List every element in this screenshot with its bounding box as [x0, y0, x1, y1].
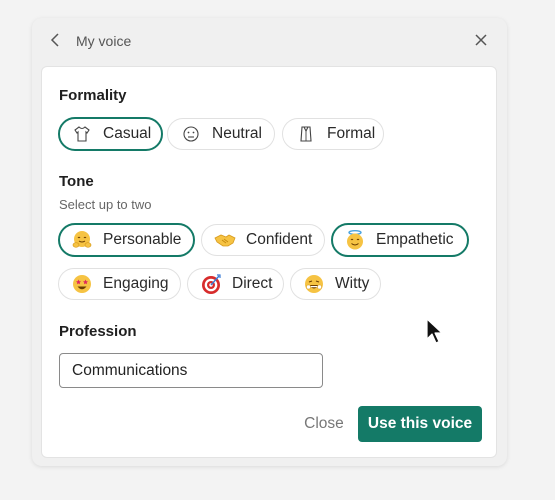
panel-title: My voice: [76, 33, 132, 49]
tone-hint: Select up to two: [59, 197, 152, 212]
tone-option-empathetic[interactable]: Empathetic: [331, 223, 469, 257]
tone-heading: Tone: [59, 173, 94, 190]
back-button[interactable]: [44, 30, 68, 54]
tone-option-engaging[interactable]: Engaging: [58, 268, 181, 300]
profession-heading: Profession: [59, 323, 137, 340]
close-icon: [474, 33, 488, 52]
laughing-face-icon: [303, 273, 325, 295]
formality-option-formal[interactable]: Formal: [282, 118, 384, 150]
formality-option-neutral[interactable]: Neutral: [167, 118, 275, 150]
star-struck-face-icon: [71, 273, 93, 295]
close-panel-button[interactable]: [469, 30, 493, 54]
mouse-cursor-icon: [426, 318, 444, 351]
halo-face-icon: [344, 229, 366, 251]
tone-option-witty[interactable]: Witty: [290, 268, 381, 300]
formality-option-casual[interactable]: Casual: [58, 117, 163, 151]
dress-shirt-icon: [295, 123, 317, 145]
panel-header: My voice: [32, 18, 507, 66]
tone-option-confident[interactable]: Confident: [201, 224, 325, 256]
tshirt-icon: [71, 123, 93, 145]
target-icon: [200, 273, 222, 295]
handshake-icon: [214, 229, 236, 251]
formality-heading: Formality: [59, 87, 127, 104]
hugging-face-icon: [71, 229, 93, 251]
voice-settings-card: Formality Casual Neutral Formal Tone Sel…: [41, 66, 497, 458]
chevron-left-icon: [50, 32, 62, 52]
tone-option-direct[interactable]: Direct: [187, 268, 284, 300]
neutral-face-icon: [180, 123, 202, 145]
use-this-voice-button[interactable]: Use this voice: [358, 406, 482, 442]
tone-option-personable[interactable]: Personable: [58, 223, 195, 257]
close-button[interactable]: Close: [289, 412, 359, 436]
profession-input[interactable]: Communications: [59, 353, 323, 388]
voice-panel: My voice Formality Casual Neutral Formal…: [32, 18, 507, 466]
